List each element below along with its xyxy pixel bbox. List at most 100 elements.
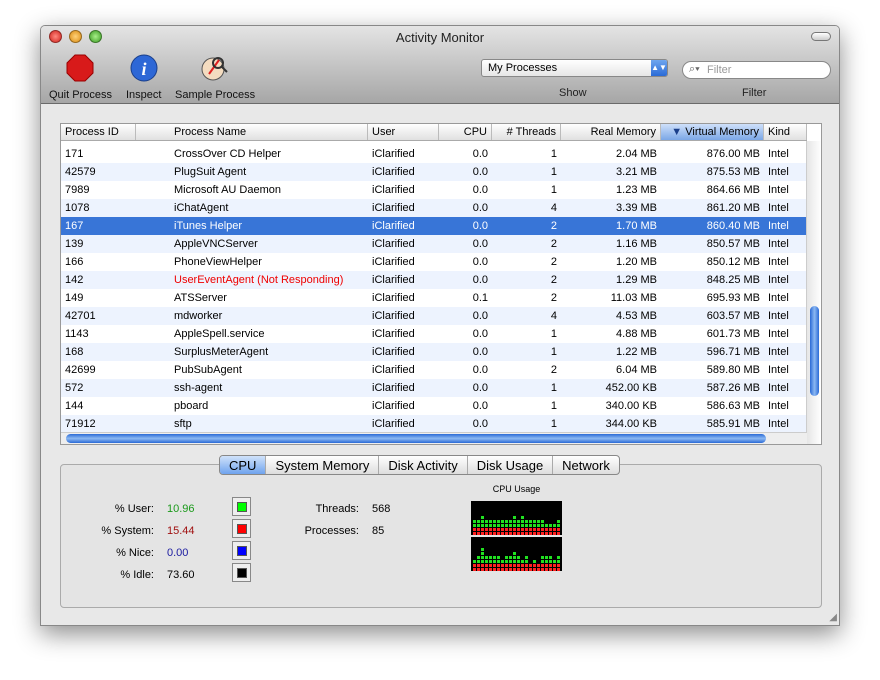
scroll-thumb[interactable] xyxy=(66,434,766,443)
table-row[interactable]: 42699 PubSubAgent iClarified 0.0 2 6.04 MB 589… xyxy=(61,361,807,379)
user-bar-segment xyxy=(485,524,488,527)
sample-process-button[interactable]: Sample Process xyxy=(175,54,255,101)
table-row[interactable]: 572 ssh-agent iClarified 0.0 1 452.00 KB 587.2… xyxy=(61,379,807,397)
system-bar-segment xyxy=(513,528,516,531)
cell-kind: Intel xyxy=(768,202,789,214)
system-bar-segment xyxy=(477,564,480,567)
system-bar-segment xyxy=(521,564,524,567)
user-bar-segment xyxy=(489,556,492,559)
column-header-label: Real Memory xyxy=(590,126,656,138)
vertical-scrollbar[interactable] xyxy=(806,141,821,444)
table-row[interactable]: 171 CrossOver CD Helper iClarified 0.0 1 2.04… xyxy=(61,145,807,163)
cell-virtual-memory: 860.40 MB xyxy=(706,220,760,232)
cell-threads: 4 xyxy=(550,202,557,214)
table-row[interactable]: 144 pboard iClarified 0.0 1 340.00 KB 586.63 M… xyxy=(61,397,807,415)
system-bar-segment xyxy=(505,568,508,571)
table-row[interactable]: 1143 AppleSpell.service iClarified 0.0 1 4.88… xyxy=(61,325,807,343)
system-color-well[interactable] xyxy=(232,519,251,538)
column-header-real-memory[interactable]: Real Memory xyxy=(561,124,661,140)
system-bar-segment xyxy=(553,532,556,535)
cell-threads: 2 xyxy=(550,220,557,232)
cell-kind: Intel xyxy=(768,220,789,232)
table-row[interactable]: 166 PhoneViewHelper iClarified 0.0 2 1.20 MB 8… xyxy=(61,253,807,271)
cell-pid: 7989 xyxy=(65,184,90,196)
system-bar-segment xyxy=(549,528,552,531)
user-bar-segment xyxy=(485,560,488,563)
processes-label: Processes: xyxy=(304,525,359,537)
cell-virtual-memory: 596.71 MB xyxy=(706,346,760,358)
tab-cpu[interactable]: CPU xyxy=(220,456,267,474)
svg-text:i: i xyxy=(141,59,146,79)
system-bar-segment xyxy=(489,532,492,535)
cell-user: iClarified xyxy=(372,364,415,376)
column-header-process-name[interactable]: Process Name xyxy=(136,124,368,140)
column-header-kind[interactable]: Kind xyxy=(764,124,807,140)
table-row[interactable]: 139 AppleVNCServer iClarified 0.0 2 1.16 MB 85… xyxy=(61,235,807,253)
cell-threads: 2 xyxy=(550,256,557,268)
cell-threads: 2 xyxy=(550,292,557,304)
user-color-well[interactable] xyxy=(232,497,251,516)
sample-process-label: Sample Process xyxy=(175,89,256,101)
table-row[interactable]: 149 ATSServer iClarified 0.1 2 11.03 MB 695.93… xyxy=(61,289,807,307)
tab-disk-usage[interactable]: Disk Usage xyxy=(468,456,554,474)
cell-pid: 42701 xyxy=(65,310,96,322)
resize-grip-icon[interactable]: ◢ xyxy=(829,612,837,623)
inspect-button[interactable]: i Inspect xyxy=(126,54,161,101)
filter-search-input[interactable]: ⌕▾ Filter xyxy=(682,61,831,79)
user-bar-segment xyxy=(537,520,540,523)
table-row[interactable]: 42579 PlugSuit Agent iClarified 0.0 1 3.21 MB… xyxy=(61,163,807,181)
column-header-label: Virtual Memory xyxy=(685,126,759,138)
cell-cpu: 0.0 xyxy=(472,328,488,340)
user-bar-segment xyxy=(509,556,512,559)
cell-cpu: 0.0 xyxy=(472,310,488,322)
cell-threads: 1 xyxy=(550,184,557,196)
cell-threads: 1 xyxy=(550,148,557,160)
process-table: Process ID Process Name User CPU # Threads Re… xyxy=(60,123,822,445)
cell-kind: Intel xyxy=(768,274,789,286)
column-header-label: Process ID xyxy=(65,126,119,138)
table-row[interactable]: 142 UserEventAgent (Not Responding) iClari… xyxy=(61,271,807,289)
tab-system-memory[interactable]: System Memory xyxy=(266,456,380,474)
cell-user: iClarified xyxy=(372,256,415,268)
user-bar-segment xyxy=(557,560,560,563)
tab-disk-activity[interactable]: Disk Activity xyxy=(379,456,468,474)
scroll-thumb[interactable] xyxy=(810,306,819,396)
table-row[interactable]: 168 SurplusMeterAgent iClarified 0.0 1 1.22 M… xyxy=(61,343,807,361)
system-bar-segment xyxy=(525,532,528,535)
user-bar-segment xyxy=(473,560,476,563)
select-arrows-icon: ▲▼ xyxy=(651,60,667,76)
column-header-user[interactable]: User xyxy=(368,124,439,140)
user-bar-segment xyxy=(541,560,544,563)
horizontal-scrollbar[interactable] xyxy=(61,432,807,444)
system-bar-segment xyxy=(505,528,508,531)
user-bar-segment xyxy=(477,520,480,523)
tab-network[interactable]: Network xyxy=(553,456,619,474)
cell-virtual-memory: 876.00 MB xyxy=(706,148,760,160)
column-header-cpu[interactable]: CPU xyxy=(439,124,492,140)
show-processes-select[interactable]: My Processes ▲▼ xyxy=(481,59,668,77)
table-row[interactable]: 71912 sftp iClarified 0.0 1 344.00 KB 585.91 M… xyxy=(61,415,807,433)
toolbar-toggle-button[interactable] xyxy=(811,32,831,41)
column-header-threads[interactable]: # Threads xyxy=(492,124,561,140)
stop-sign-icon xyxy=(66,54,94,82)
cell-cpu: 0.0 xyxy=(472,382,488,394)
cell-user: iClarified xyxy=(372,400,415,412)
nice-color-well[interactable] xyxy=(232,541,251,560)
column-header-process-id[interactable]: Process ID xyxy=(61,124,136,140)
system-bar-segment xyxy=(521,532,524,535)
table-row[interactable]: 1078 iChatAgent iClarified 0.0 4 3.39 MB 861.2… xyxy=(61,199,807,217)
system-bar-segment xyxy=(517,528,520,531)
user-bar-segment xyxy=(481,552,484,555)
quit-process-button[interactable]: Quit Process xyxy=(49,54,112,101)
cell-name: ssh-agent xyxy=(174,382,223,394)
table-row[interactable]: 42701 mdworker iClarified 0.0 4 4.53 MB 603.57… xyxy=(61,307,807,325)
cell-virtual-memory: 864.66 MB xyxy=(706,184,760,196)
cell-threads: 2 xyxy=(550,238,557,250)
table-row[interactable]: 7989 Microsoft AU Daemon iClarified 0.0 1 1.2… xyxy=(61,181,807,199)
idle-color-well[interactable] xyxy=(232,563,251,582)
cell-kind: Intel xyxy=(768,418,789,430)
table-row[interactable]: 167 iTunes Helper iClarified 0.0 2 1.70 MB 860… xyxy=(61,217,807,235)
column-header-virtual-memory[interactable]: ▼ Virtual Memory xyxy=(661,124,764,140)
user-bar-segment xyxy=(533,524,536,527)
system-bar-segment xyxy=(485,564,488,567)
